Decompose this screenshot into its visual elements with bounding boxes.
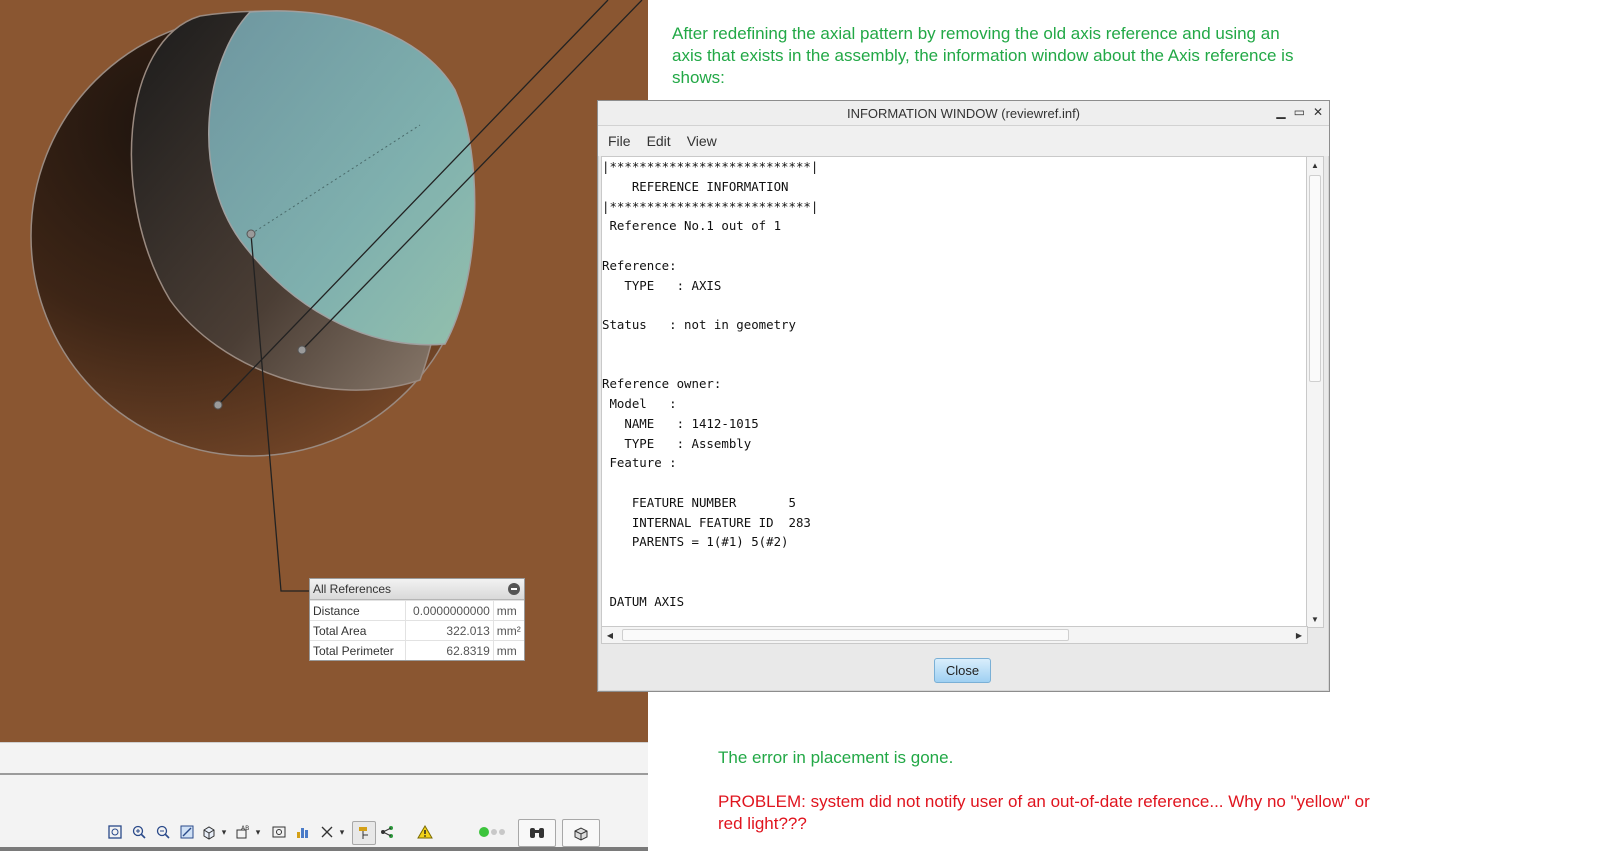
zoom-in-icon[interactable] [128, 821, 150, 843]
information-window: INFORMATION WINDOW (reviewref.inf) ▁ ▭ ✕… [597, 100, 1330, 692]
divider [0, 847, 648, 851]
close-button[interactable]: Close [934, 658, 991, 683]
measure-row-distance: Distance 0.0000000000 mm [310, 600, 524, 620]
note-error-gone: The error in placement is gone. [718, 748, 954, 767]
note-line: shows: [672, 68, 725, 87]
info-line [602, 473, 1307, 493]
info-line: REFERENCE INFORMATION [602, 178, 789, 194]
spin-center-icon[interactable] [352, 821, 376, 845]
measure-value: 0.0000000000 [406, 601, 494, 620]
warning-icon[interactable] [414, 821, 436, 843]
info-line: Status : not in geometry [602, 317, 796, 332]
info-line: TYPE : Assembly [602, 435, 752, 451]
note-line: red light??? [718, 814, 807, 833]
info-line: Reference: [602, 257, 677, 273]
measure-panel-header[interactable]: All References [310, 579, 524, 600]
zoom-fit-icon[interactable] [104, 821, 126, 843]
view-orient-icon[interactable] [198, 821, 220, 843]
display-style-icon[interactable] [292, 821, 314, 843]
info-line: PARENTS = 1(#1) 5(#2) [602, 534, 789, 550]
measure-row-area: Total Area 322.013 mm² [310, 620, 524, 640]
window-title: INFORMATION WINDOW (reviewref.inf) [846, 105, 1081, 121]
info-line [602, 236, 1307, 256]
measure-unit: mm² [496, 623, 521, 638]
measure-panel-title: All References [313, 582, 392, 596]
menu-file[interactable]: File [608, 133, 631, 149]
note-line: After redefining the axial pattern by re… [672, 24, 1280, 43]
model-tree-icon[interactable] [376, 821, 398, 843]
maximize-icon[interactable]: ▭ [1294, 105, 1305, 119]
repaint-icon[interactable] [176, 821, 198, 843]
scroll-thumb[interactable] [622, 629, 1069, 641]
collapse-icon[interactable] [508, 583, 520, 595]
annotation-display-icon[interactable]: AB [232, 821, 254, 843]
info-line: |***************************| [602, 198, 819, 214]
chevron-down-icon[interactable]: ▾ [338, 821, 346, 843]
info-line: DATUM AXIS [602, 593, 685, 609]
status-light-icon[interactable] [478, 821, 508, 843]
measure-label: Total Area [310, 621, 407, 640]
scroll-right-icon[interactable]: ▶ [1291, 627, 1307, 643]
window-titlebar[interactable]: INFORMATION WINDOW (reviewref.inf) ▁ ▭ ✕ [598, 101, 1329, 126]
menu-view[interactable]: View [687, 133, 717, 149]
find-icon[interactable] [518, 819, 556, 847]
info-line: NAME : 1412-1015 [602, 415, 759, 431]
chevron-down-icon[interactable]: ▾ [220, 821, 228, 843]
info-line: Reference No.1 out of 1 [602, 218, 782, 234]
scroll-up-icon[interactable]: ▲ [1307, 157, 1323, 173]
measure-unit: mm [496, 643, 517, 658]
info-line [602, 355, 1307, 375]
info-line: FEATURE NUMBER 5 [602, 494, 796, 510]
horizontal-scrollbar[interactable]: ◀ ▶ [601, 626, 1308, 644]
close-icon[interactable]: ✕ [1313, 105, 1323, 119]
chevron-down-icon[interactable]: ▾ [254, 821, 262, 843]
scroll-thumb[interactable] [1309, 175, 1321, 382]
graphics-viewport[interactable]: All References Distance 0.0000000000 mm … [0, 0, 648, 742]
note-top: After redefining the axial pattern by re… [672, 23, 1293, 89]
info-line [602, 552, 1307, 572]
info-line: |***************************| [602, 159, 819, 174]
scroll-left-icon[interactable]: ◀ [602, 627, 618, 643]
svg-text:AB: AB [241, 825, 249, 832]
info-line: Feature : [602, 455, 677, 471]
datum-display-icon[interactable] [316, 821, 338, 843]
info-line: Reference owner: [602, 376, 722, 392]
divider [0, 773, 648, 775]
info-line: Model : [602, 396, 677, 411]
info-text-area[interactable]: |***************************| REFERENCE … [601, 156, 1308, 628]
measure-value: 322.013 [406, 621, 494, 640]
info-text: |***************************| REFERENCE … [602, 157, 1307, 611]
menu-bar: File Edit View [598, 126, 1329, 156]
zoom-out-icon[interactable] [152, 821, 174, 843]
note-line: PROBLEM: system did not notify user of a… [718, 792, 1370, 811]
info-line: INTERNAL FEATURE ID 283 [602, 514, 811, 530]
measure-unit: mm [496, 603, 517, 618]
info-line [602, 572, 1307, 592]
vertical-scrollbar[interactable]: ▲ ▼ [1306, 156, 1324, 628]
info-line [602, 295, 1307, 315]
measure-value: 62.8319 [406, 641, 494, 660]
info-line: TYPE : AXIS [602, 277, 722, 293]
window-controls: ▁ ▭ ✕ [1276, 105, 1323, 119]
measure-label: Distance [310, 601, 407, 620]
view-manager-icon[interactable] [562, 819, 600, 847]
graphics-toolbar-area: ▾ AB ▾ ▾ [0, 742, 648, 851]
saved-views-icon[interactable] [268, 821, 290, 843]
minimize-icon[interactable]: ▁ [1276, 105, 1285, 119]
menu-edit[interactable]: Edit [647, 133, 671, 149]
note-problem: PROBLEM: system did not notify user of a… [718, 791, 1370, 835]
measure-row-perimeter: Total Perimeter 62.8319 mm [310, 640, 524, 660]
measure-results-panel: All References Distance 0.0000000000 mm … [309, 578, 525, 661]
info-line [602, 335, 1307, 355]
measure-label: Total Perimeter [310, 641, 407, 660]
scroll-down-icon[interactable]: ▼ [1307, 611, 1323, 627]
note-line: axis that exists in the assembly, the in… [672, 46, 1294, 65]
